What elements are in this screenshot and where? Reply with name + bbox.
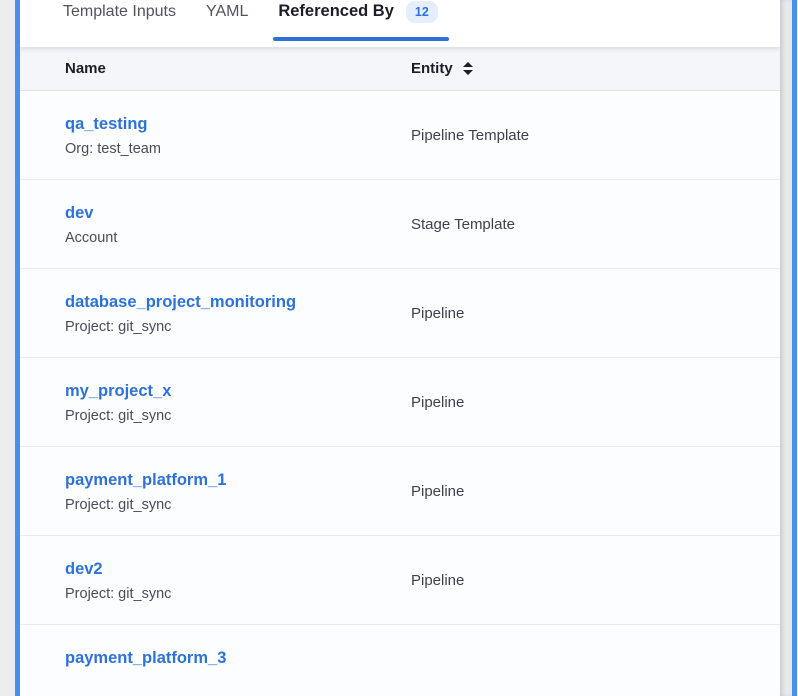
name-cell: my_project_x Project: git_sync: [20, 358, 411, 446]
tab-label: YAML: [206, 1, 248, 22]
row-entity-label: Pipeline: [411, 447, 780, 535]
referenced-by-count-badge: 12: [406, 1, 438, 23]
table-row: qa_testing Org: test_team Pipeline Templ…: [20, 91, 780, 180]
name-cell: dev2 Project: git_sync: [20, 536, 411, 624]
row-entity-label: Pipeline: [411, 358, 780, 446]
table-row: database_project_monitoring Project: git…: [20, 269, 780, 358]
template-name-link[interactable]: dev: [65, 203, 93, 224]
tab-referenced-by[interactable]: Referenced By 12: [278, 0, 437, 23]
name-cell: dev Account: [20, 180, 411, 268]
tab-bar: Template Inputs YAML Referenced By 12: [20, 0, 780, 47]
table-row: my_project_x Project: git_sync Pipeline: [20, 358, 780, 447]
row-entity-label: Pipeline Template: [411, 91, 780, 179]
referenced-by-table: Name Entity qa_testing Org: test_team Pi…: [20, 47, 780, 696]
row-entity-label: Stage Template: [411, 180, 780, 268]
tab-label: Template Inputs: [63, 1, 176, 22]
tab-label: Referenced By: [278, 1, 394, 22]
column-header-name: Name: [20, 60, 411, 77]
row-entity-label: Pipeline: [411, 269, 780, 357]
row-scope-label: Project: git_sync: [65, 496, 411, 515]
template-name-link[interactable]: my_project_x: [65, 381, 171, 402]
table-row: payment_platform_1 Project: git_sync Pip…: [20, 447, 780, 536]
column-header-entity-label: Entity: [411, 60, 453, 77]
template-name-link[interactable]: qa_testing: [65, 114, 148, 135]
page: Template Inputs YAML Referenced By 12 Na…: [0, 0, 798, 696]
row-scope-label: Account: [65, 229, 411, 248]
tab-yaml[interactable]: YAML: [206, 0, 248, 22]
row-scope-label: Project: git_sync: [65, 318, 411, 337]
row-entity-label: Pipeline: [411, 536, 780, 624]
name-cell: payment_platform_1 Project: git_sync: [20, 447, 411, 535]
row-entity-label: [411, 625, 780, 696]
name-cell: qa_testing Org: test_team: [20, 91, 411, 179]
row-scope-label: Project: git_sync: [65, 585, 411, 604]
tab-template-inputs[interactable]: Template Inputs: [63, 0, 176, 22]
row-scope-label: Org: test_team: [65, 140, 411, 159]
name-cell: payment_platform_3: [20, 625, 411, 696]
table-header-row: Name Entity: [20, 47, 780, 91]
name-cell: database_project_monitoring Project: git…: [20, 269, 411, 357]
table-row: payment_platform_3: [20, 625, 780, 696]
scrollbar-track[interactable]: [780, 0, 792, 696]
column-header-entity[interactable]: Entity: [411, 60, 780, 77]
drawer-content: Template Inputs YAML Referenced By 12 Na…: [20, 0, 780, 696]
template-name-link[interactable]: database_project_monitoring: [65, 292, 296, 313]
template-name-link[interactable]: payment_platform_1: [65, 470, 226, 491]
sort-arrows-icon[interactable]: [463, 62, 473, 75]
table-row: dev2 Project: git_sync Pipeline: [20, 536, 780, 625]
template-name-link[interactable]: dev2: [65, 559, 103, 580]
table-row: dev Account Stage Template: [20, 180, 780, 269]
row-scope-label: Project: git_sync: [65, 407, 411, 426]
template-details-drawer: Template Inputs YAML Referenced By 12 Na…: [15, 0, 797, 696]
template-name-link[interactable]: payment_platform_3: [65, 648, 226, 669]
